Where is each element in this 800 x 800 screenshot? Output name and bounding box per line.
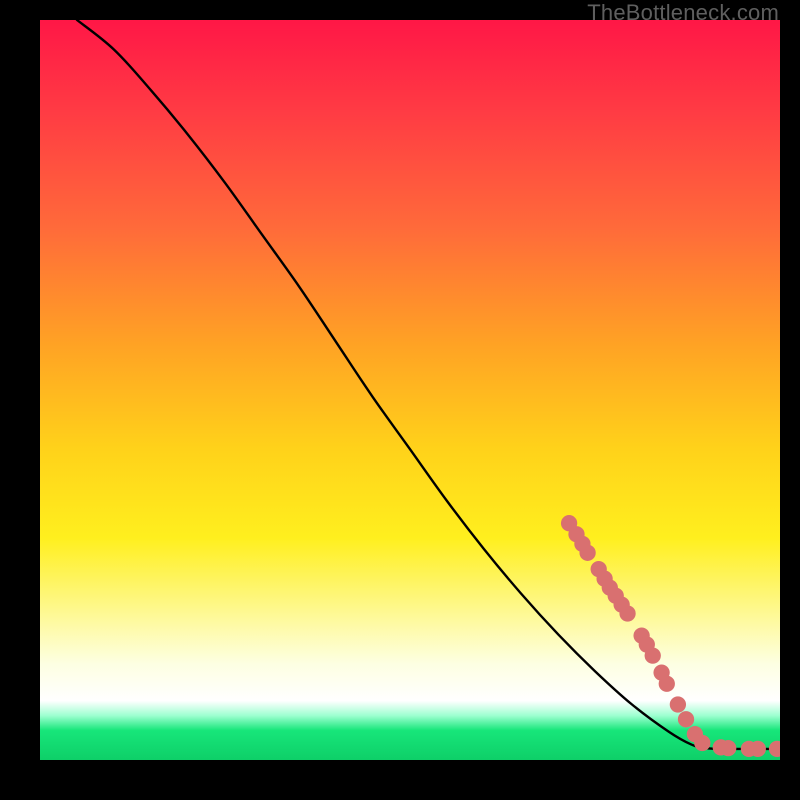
- data-point: [579, 545, 595, 561]
- data-point: [720, 740, 736, 756]
- data-point: [687, 726, 703, 742]
- data-point: [633, 628, 649, 644]
- data-point: [574, 536, 590, 552]
- bottleneck-curve: [77, 20, 780, 749]
- data-point: [769, 741, 780, 757]
- data-point: [741, 741, 757, 757]
- chart-overlay: [40, 20, 780, 760]
- data-point: [694, 735, 710, 751]
- data-points-group: [561, 515, 780, 757]
- data-point: [653, 665, 669, 681]
- data-point: [619, 605, 635, 621]
- data-point: [561, 515, 577, 531]
- gradient-plot-area: [40, 20, 780, 760]
- data-point: [608, 588, 624, 604]
- data-point: [614, 596, 630, 612]
- data-point: [639, 636, 655, 652]
- data-point: [713, 739, 729, 755]
- data-point: [678, 711, 694, 727]
- data-point: [670, 696, 686, 712]
- data-point: [659, 676, 675, 692]
- data-point: [591, 561, 607, 577]
- data-point: [645, 648, 661, 664]
- data-point: [568, 526, 584, 542]
- data-point: [596, 571, 612, 587]
- data-point: [602, 579, 618, 595]
- data-point: [750, 741, 766, 757]
